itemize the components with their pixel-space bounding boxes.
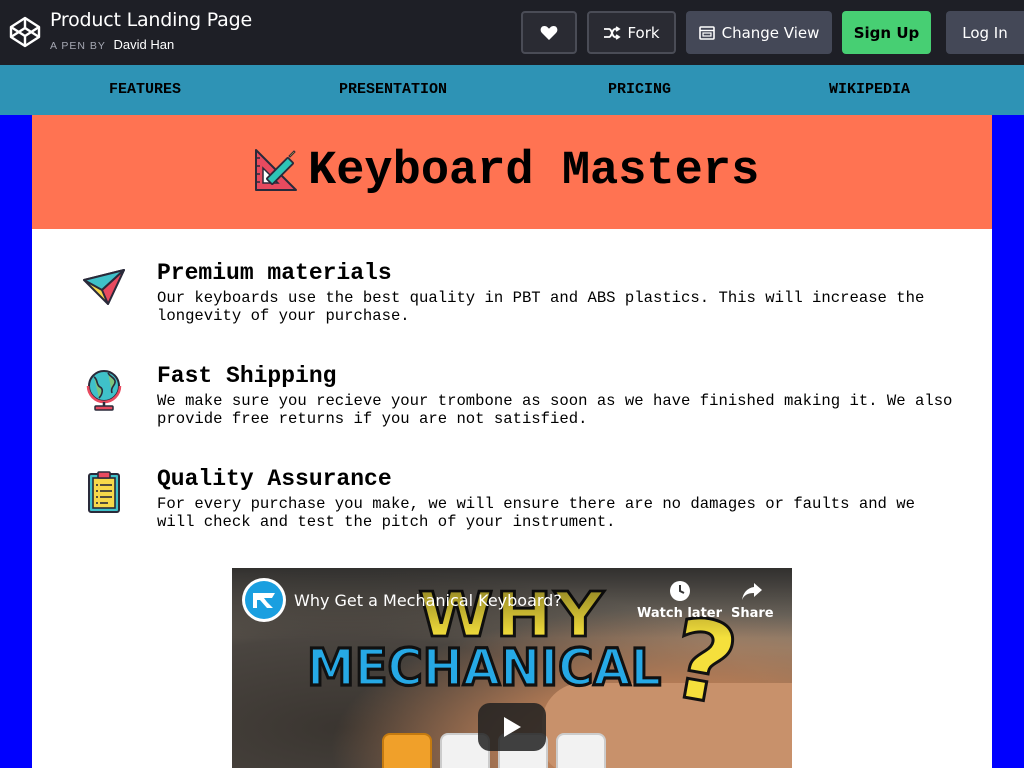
nav-link-features[interactable]: FEATURES — [109, 81, 181, 98]
channel-avatar[interactable] — [242, 578, 286, 622]
nav-link-wikipedia[interactable]: WIKIPEDIA — [829, 81, 910, 98]
thumbnail-keycap — [382, 733, 432, 768]
video-title[interactable]: Why Get a Mechanical Keyboard? — [294, 591, 562, 610]
share-label: Share — [731, 606, 774, 621]
hero-title: Keyboard Masters — [308, 145, 760, 198]
clock-icon — [669, 581, 690, 601]
play-icon — [504, 717, 521, 737]
ruler-triangle-icon — [255, 149, 297, 191]
heart-button[interactable] — [521, 11, 577, 54]
log-in-button[interactable]: Log In — [946, 11, 1024, 54]
feature-title: Premium materials — [157, 260, 392, 286]
codepen-header: Product Landing Page A PEN BY David Han … — [0, 0, 1024, 65]
globe-icon — [86, 370, 122, 411]
youtube-video-embed[interactable]: WHY MECHANICAL ? Why Get a Mechanical Ke… — [232, 568, 792, 768]
sign-up-button[interactable]: Sign Up — [842, 11, 931, 54]
fork-button[interactable]: Fork — [587, 11, 676, 54]
share-icon — [742, 583, 763, 600]
nav-link-pricing[interactable]: PRICING — [608, 81, 671, 98]
share-button[interactable]: Share — [731, 580, 774, 621]
play-button[interactable] — [478, 703, 546, 751]
feature-title: Quality Assurance — [157, 466, 392, 492]
nav-link-presentation[interactable]: PRESENTATION — [339, 81, 447, 98]
byline-prefix: A PEN BY — [50, 40, 106, 52]
watch-later-label: Watch later — [637, 606, 723, 621]
codepen-logo-icon[interactable] — [9, 16, 41, 48]
channel-logo-icon — [253, 593, 275, 608]
feature-text: For every purchase you make, we will ens… — [157, 495, 915, 531]
clipboard-icon — [88, 471, 120, 513]
paper-plane-icon — [83, 269, 125, 305]
change-view-button[interactable]: Change View — [686, 11, 832, 54]
fork-label: Fork — [627, 23, 660, 42]
feature-title: Fast Shipping — [157, 363, 337, 389]
pen-title[interactable]: Product Landing Page — [50, 9, 252, 31]
heart-icon — [540, 25, 558, 40]
thumbnail-mechanical-text: MECHANICAL — [305, 637, 662, 699]
nav-bar: FEATURES PRESENTATION PRICING WIKIPEDIA — [0, 65, 1024, 115]
hero-header: Keyboard Masters — [32, 115, 992, 229]
fork-icon — [604, 25, 622, 40]
pen-byline: A PEN BY David Han — [50, 37, 174, 52]
change-view-label: Change View — [721, 23, 820, 42]
watch-later-button[interactable]: Watch later — [637, 580, 722, 621]
feature-text: Our keyboards use the best quality in PB… — [157, 289, 925, 325]
change-view-icon — [698, 25, 715, 40]
feature-text: We make sure you recieve your trombone a… — [157, 392, 953, 428]
main-content: Keyboard Masters Premium materials Our k… — [32, 115, 992, 768]
author-link[interactable]: David Han — [113, 37, 174, 52]
thumbnail-keycap — [556, 733, 606, 768]
